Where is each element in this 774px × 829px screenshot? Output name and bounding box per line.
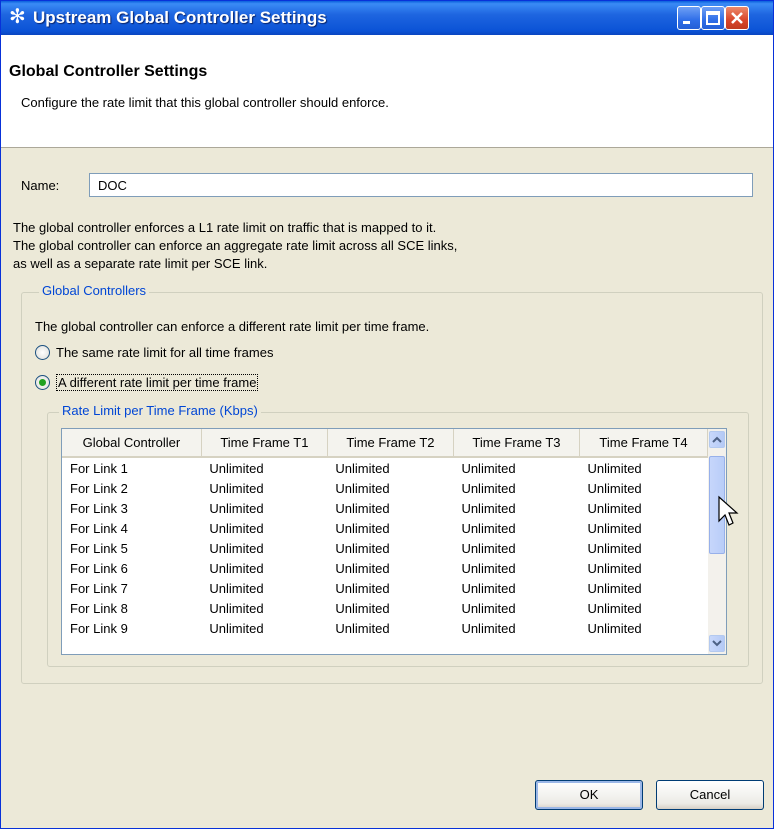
table-cell[interactable]: Unlimited (327, 538, 453, 558)
table-row[interactable]: For Link 4 Unlimited Unlimited Unlimited… (62, 518, 708, 538)
table-cell[interactable]: Unlimited (453, 538, 579, 558)
column-header[interactable]: Global Controller (62, 429, 202, 458)
table-cell[interactable]: For Link 1 (62, 457, 201, 478)
table-cell[interactable]: Unlimited (453, 618, 579, 638)
close-button[interactable] (725, 6, 749, 30)
dialog-window: ✻ Upstream Global Controller Settings Gl… (0, 0, 774, 829)
table-cell[interactable]: For Link 7 (62, 578, 201, 598)
radio-button-selected[interactable] (35, 375, 50, 390)
ok-button[interactable]: OK (535, 780, 643, 810)
minimize-button[interactable] (677, 6, 701, 30)
table-cell[interactable]: Unlimited (327, 498, 453, 518)
global-controllers-intro: The global controller can enforce a diff… (35, 319, 430, 334)
table-cell[interactable]: Unlimited (579, 478, 707, 498)
table-cell[interactable]: Unlimited (327, 478, 453, 498)
title-bar[interactable]: ✻ Upstream Global Controller Settings (1, 1, 773, 35)
column-header[interactable]: Time Frame T3 (453, 429, 580, 458)
table-cell[interactable]: Unlimited (201, 598, 327, 618)
table-cell[interactable]: Unlimited (579, 578, 707, 598)
table-cell[interactable]: Unlimited (327, 558, 453, 578)
table-cell[interactable]: For Link 9 (62, 618, 201, 638)
table-cell[interactable]: Unlimited (201, 478, 327, 498)
table-cell[interactable]: Unlimited (201, 538, 327, 558)
table-cell[interactable]: Unlimited (453, 598, 579, 618)
window-title: Upstream Global Controller Settings (33, 8, 327, 27)
table-cell[interactable]: Unlimited (579, 498, 707, 518)
column-header[interactable]: Time Frame T1 (201, 429, 328, 458)
table-cell[interactable]: Unlimited (201, 457, 327, 478)
table-cell[interactable]: Unlimited (201, 558, 327, 578)
table-cell[interactable]: Unlimited (327, 618, 453, 638)
same-rate-radio-option[interactable]: The same rate limit for all time frames (35, 345, 273, 360)
table-cell[interactable]: Unlimited (579, 518, 707, 538)
radio-button[interactable] (35, 345, 50, 360)
same-rate-radio-label[interactable]: The same rate limit for all time frames (56, 345, 273, 360)
close-icon (726, 7, 748, 29)
dialog-header: Global Controller Settings Configure the… (1, 35, 773, 148)
table-row[interactable]: For Link 3 Unlimited Unlimited Unlimited… (62, 498, 708, 518)
asterisk-app-icon: ✻ (9, 6, 26, 28)
table-cell[interactable]: Unlimited (327, 457, 453, 478)
table-row[interactable]: For Link 7 Unlimited Unlimited Unlimited… (62, 578, 708, 598)
table-cell[interactable]: For Link 4 (62, 518, 201, 538)
table-row[interactable]: For Link 8 Unlimited Unlimited Unlimited… (62, 598, 708, 618)
maximize-icon (702, 7, 724, 29)
table-cell[interactable]: For Link 8 (62, 598, 201, 618)
rate-limit-legend: Rate Limit per Time Frame (Kbps) (59, 403, 261, 418)
description-line-2: The global controller can enforce an agg… (13, 238, 458, 253)
table-row[interactable]: For Link 2 Unlimited Unlimited Unlimited… (62, 478, 708, 498)
rate-limit-table[interactable]: Global Controller Time Frame T1 Time Fra… (61, 428, 727, 655)
table-header-row: Global Controller Time Frame T1 Time Fra… (62, 429, 709, 458)
column-header[interactable]: Time Frame T2 (327, 429, 454, 458)
description-line-3: as well as a separate rate limit per SCE… (13, 256, 268, 271)
table-cell[interactable]: Unlimited (201, 578, 327, 598)
table-cell[interactable]: Unlimited (453, 518, 579, 538)
name-input[interactable] (89, 173, 753, 197)
table-cell[interactable]: Unlimited (453, 457, 579, 478)
scroll-down-button[interactable] (709, 635, 725, 652)
cancel-button[interactable]: Cancel (656, 780, 764, 810)
table-cell[interactable]: For Link 5 (62, 538, 201, 558)
name-label: Name: (21, 178, 60, 193)
table-row[interactable]: For Link 6 Unlimited Unlimited Unlimited… (62, 558, 708, 578)
table-cell[interactable]: Unlimited (453, 498, 579, 518)
table-cell[interactable]: Unlimited (201, 498, 327, 518)
table-cell[interactable]: Unlimited (453, 578, 579, 598)
table-cell[interactable]: Unlimited (579, 618, 707, 638)
table-cell[interactable]: Unlimited (201, 618, 327, 638)
mouse-cursor-icon (718, 495, 739, 526)
table-cell[interactable]: For Link 2 (62, 478, 201, 498)
table-row[interactable]: For Link 5 Unlimited Unlimited Unlimited… (62, 538, 708, 558)
chevron-up-icon (712, 436, 722, 443)
table-cell[interactable]: Unlimited (453, 478, 579, 498)
table-vertical-scrollbar[interactable] (708, 429, 726, 654)
chevron-down-icon (712, 640, 722, 647)
different-rate-radio-label[interactable]: A different rate limit per time frame (56, 374, 259, 391)
table-cell[interactable]: For Link 3 (62, 498, 201, 518)
table-cell[interactable]: Unlimited (579, 457, 707, 478)
table-row[interactable]: For Link 1 Unlimited Unlimited Unlimited… (62, 457, 708, 478)
page-title: Global Controller Settings (9, 63, 208, 80)
table-cell[interactable]: Unlimited (327, 518, 453, 538)
table-cell[interactable]: Unlimited (579, 598, 707, 618)
maximize-button[interactable] (701, 6, 725, 30)
table-cell[interactable]: Unlimited (579, 538, 707, 558)
column-header[interactable]: Time Frame T4 (579, 429, 709, 458)
table-cell[interactable]: Unlimited (201, 518, 327, 538)
different-rate-radio-option[interactable]: A different rate limit per time frame (35, 374, 259, 391)
table-cell[interactable]: Unlimited (327, 598, 453, 618)
global-controllers-legend: Global Controllers (39, 283, 150, 298)
page-subtitle: Configure the rate limit that this globa… (21, 95, 389, 110)
table-cell[interactable]: Unlimited (327, 578, 453, 598)
scroll-up-button[interactable] (709, 431, 725, 448)
table-cell[interactable]: Unlimited (453, 558, 579, 578)
table-cell[interactable]: Unlimited (579, 558, 707, 578)
description-line-1: The global controller enforces a L1 rate… (13, 220, 437, 235)
minimize-icon (678, 7, 700, 29)
table-row[interactable]: For Link 9 Unlimited Unlimited Unlimited… (62, 618, 708, 638)
table-cell[interactable]: For Link 6 (62, 558, 201, 578)
